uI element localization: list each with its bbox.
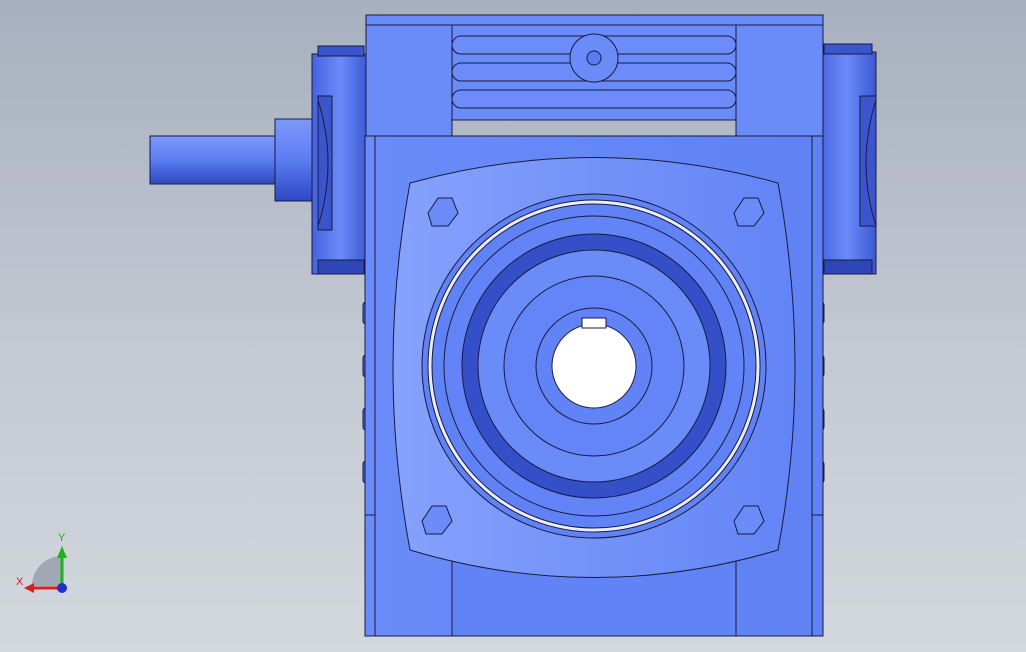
x-axis-arrow: [24, 583, 34, 593]
right-end-cap: [817, 43, 877, 275]
y-axis-label: Y: [58, 532, 66, 544]
gearbox-model[interactable]: [0, 0, 1026, 652]
z-axis-dot: [57, 583, 67, 593]
left-end-cap: [311, 45, 369, 275]
y-axis-arrow: [57, 546, 67, 558]
coordinate-triad: [24, 546, 67, 593]
triad-plane: [32, 556, 62, 586]
cad-graphics-viewport[interactable]: X Y: [0, 0, 1026, 652]
keyway: [581, 317, 607, 329]
output-bore: [551, 323, 637, 409]
input-shaft: [149, 118, 316, 202]
output-bore-assembly: [421, 193, 767, 539]
x-axis-label: X: [16, 576, 24, 588]
top-cover: [365, 14, 824, 137]
